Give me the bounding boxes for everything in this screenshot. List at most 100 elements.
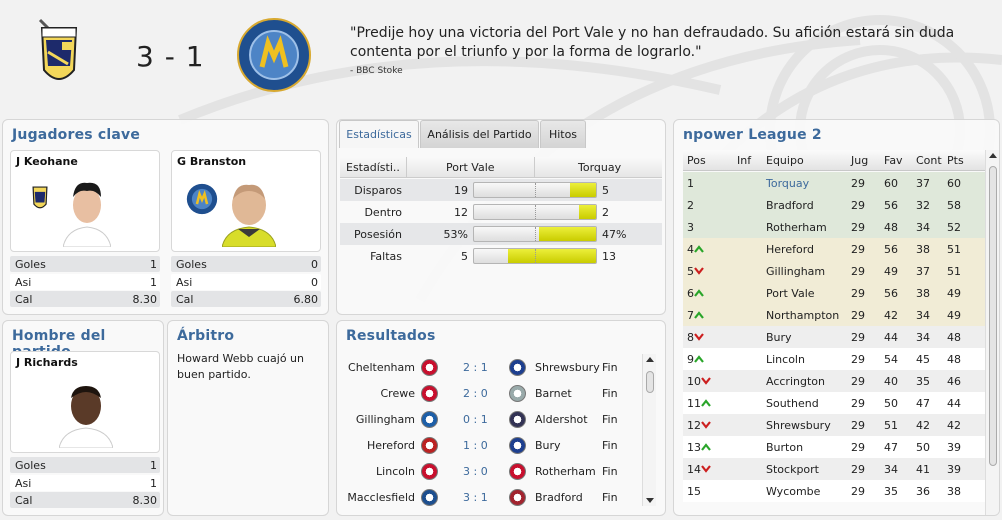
league-team[interactable]: Southend [766, 397, 819, 410]
result-away-team[interactable]: Shrewsbury [535, 361, 600, 374]
col-header[interactable]: Equipo [766, 154, 804, 167]
result-score[interactable]: 2 : 1 [463, 361, 488, 374]
col-header[interactable]: Fav [884, 154, 903, 167]
league-scrollbar[interactable] [985, 150, 999, 515]
scroll-thumb[interactable] [646, 371, 654, 393]
result-row[interactable]: Cheltenham 2 : 1 Shrewsbury Fin [337, 355, 647, 381]
league-team[interactable]: Wycombe [766, 485, 820, 498]
league-points: 39 [947, 463, 961, 476]
league-team[interactable]: Lincoln [766, 353, 805, 366]
result-row[interactable]: Gillingham 0 : 1 Aldershot Fin [337, 407, 647, 433]
away-team-crest-icon [509, 437, 526, 454]
league-points: 46 [947, 375, 961, 388]
league-goals-for: 50 [884, 397, 898, 410]
col-header[interactable]: Pts [947, 154, 964, 167]
league-row[interactable]: 4 Hereford 29 56 38 51 [683, 238, 994, 260]
scroll-up-icon[interactable] [989, 153, 997, 158]
result-row[interactable]: Lincoln 3 : 0 Rotherham Fin [337, 459, 647, 485]
result-away-team[interactable]: Bury [535, 439, 561, 452]
league-goals-against: 47 [916, 397, 930, 410]
player-card[interactable]: J Keohane [10, 150, 160, 252]
stat-value: 1 [150, 459, 157, 472]
league-row[interactable]: 6 Port Vale 29 56 38 49 [683, 282, 994, 304]
col-header[interactable]: Port Vale [446, 161, 495, 174]
league-row[interactable]: 3 Rotherham 29 48 34 52 [683, 216, 994, 238]
result-away-team[interactable]: Rotherham [535, 465, 596, 478]
league-row[interactable]: 13 Burton 29 47 50 39 [683, 436, 994, 458]
league-goals-against: 34 [916, 331, 930, 344]
league-row[interactable]: 8 Bury 29 44 34 48 [683, 326, 994, 348]
league-row[interactable]: 14 Stockport 29 34 41 39 [683, 458, 994, 480]
league-row[interactable]: 10 Accrington 29 40 35 46 [683, 370, 994, 392]
league-goals-against: 32 [916, 199, 930, 212]
result-score[interactable]: 2 : 0 [463, 387, 488, 400]
player-card[interactable]: G Branston [171, 150, 321, 252]
result-row[interactable]: Hereford 1 : 0 Bury Fin [337, 433, 647, 459]
result-score[interactable]: 3 : 0 [463, 465, 488, 478]
league-points: 38 [947, 485, 961, 498]
home-team-crest-icon [421, 411, 438, 428]
stat-value: 1 [150, 477, 157, 490]
result-score[interactable]: 1 : 0 [463, 439, 488, 452]
stat-bar-fill [570, 183, 596, 197]
col-header[interactable]: Estadísti.. [346, 161, 400, 174]
quote-source: - BBC Stoke [350, 66, 403, 76]
result-away-team[interactable]: Barnet [535, 387, 572, 400]
player-name[interactable]: J Keohane [16, 155, 78, 168]
col-header[interactable]: Cont [916, 154, 942, 167]
league-team[interactable]: Northampton [766, 309, 839, 322]
result-away-team[interactable]: Aldershot [535, 413, 588, 426]
results-scrollbar[interactable] [642, 354, 656, 506]
league-row[interactable]: 9 Lincoln 29 54 45 48 [683, 348, 994, 370]
league-row[interactable]: 11 Southend 29 50 47 44 [683, 392, 994, 414]
league-team[interactable]: Hereford [766, 243, 814, 256]
league-row[interactable]: 15 Wycombe 29 35 36 38 [683, 480, 994, 502]
stat-home-value: 5 [461, 250, 468, 263]
tab-estadisticas[interactable]: Estadísticas [339, 120, 419, 148]
away-team-crest-icon [509, 489, 526, 506]
result-score[interactable]: 3 : 1 [463, 491, 488, 504]
league-team[interactable]: Rotherham [766, 221, 827, 234]
league-team[interactable]: Accrington [766, 375, 825, 388]
result-home-team[interactable]: Cheltenham [348, 361, 415, 374]
league-team[interactable]: Torquay [766, 177, 809, 190]
league-team[interactable]: Gillingham [766, 265, 825, 278]
player-name[interactable]: J Richards [16, 356, 78, 369]
league-goals-for: 34 [884, 463, 898, 476]
league-team[interactable]: Shrewsbury [766, 419, 831, 432]
result-row[interactable]: Crewe 2 : 0 Barnet Fin [337, 381, 647, 407]
league-team[interactable]: Bury [766, 331, 792, 344]
result-home-team[interactable]: Hereford [367, 439, 415, 452]
tab-hitos[interactable]: Hitos [540, 120, 586, 148]
result-score[interactable]: 0 : 1 [463, 413, 488, 426]
scroll-up-icon[interactable] [646, 357, 654, 362]
result-home-team[interactable]: Gillingham [356, 413, 415, 426]
league-row[interactable]: 5 Gillingham 29 49 37 51 [683, 260, 994, 282]
league-team[interactable]: Burton [766, 441, 803, 454]
col-header[interactable]: Inf [737, 154, 751, 167]
league-row[interactable]: 7 Northampton 29 42 34 49 [683, 304, 994, 326]
league-team[interactable]: Bradford [766, 199, 814, 212]
league-goals-against: 38 [916, 287, 930, 300]
result-row[interactable]: Macclesfield 3 : 1 Bradford Fin [337, 485, 647, 511]
col-header[interactable]: Pos [687, 154, 706, 167]
result-home-team[interactable]: Lincoln [376, 465, 415, 478]
player-name[interactable]: G Branston [177, 155, 246, 168]
col-header[interactable]: Torquay [578, 161, 621, 174]
home-team-crest-icon [421, 437, 438, 454]
league-team[interactable]: Port Vale [766, 287, 815, 300]
result-home-team[interactable]: Crewe [381, 387, 416, 400]
col-header[interactable]: Jug [851, 154, 868, 167]
result-home-team[interactable]: Macclesfield [347, 491, 415, 504]
league-row[interactable]: 12 Shrewsbury 29 51 42 42 [683, 414, 994, 436]
player-card[interactable]: J Richards [10, 351, 160, 453]
league-row[interactable]: 2 Bradford 29 56 32 58 [683, 194, 994, 216]
league-points: 49 [947, 287, 961, 300]
league-row[interactable]: 1 Torquay 29 60 37 60 [683, 172, 994, 194]
stat-bar [473, 182, 597, 198]
tab-analisis[interactable]: Análisis del Partido [420, 120, 539, 148]
scroll-down-icon[interactable] [646, 498, 654, 503]
scroll-thumb[interactable] [989, 166, 997, 466]
result-away-team[interactable]: Bradford [535, 491, 583, 504]
league-team[interactable]: Stockport [766, 463, 819, 476]
